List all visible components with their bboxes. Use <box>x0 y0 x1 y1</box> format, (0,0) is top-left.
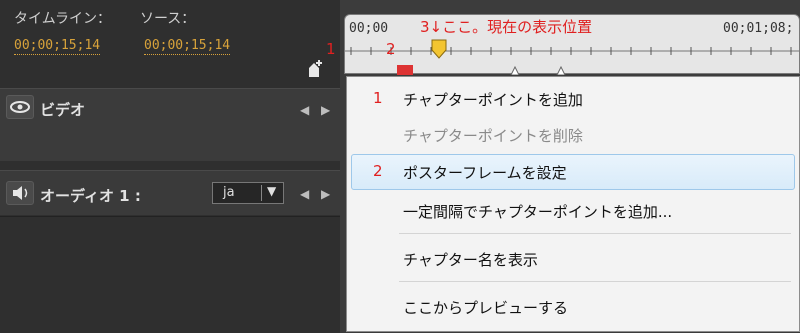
video-track-label: ビデオ <box>40 101 86 119</box>
eye-icon[interactable] <box>6 95 34 119</box>
video-nav-arrows[interactable]: ◀ ▶ <box>300 103 334 117</box>
select-divider <box>261 185 262 201</box>
playhead-icon[interactable] <box>430 38 448 60</box>
empty-track-area <box>0 216 340 333</box>
annotation-2: 2 <box>386 40 396 58</box>
menu-item-set-poster-frame[interactable]: 2 ポスターフレームを設定 <box>351 154 795 190</box>
menu-item-remove-chapter: チャプターポイントを削除 <box>347 117 799 153</box>
annotation-3: 3↓ここ。現在の表示位置 <box>420 18 593 36</box>
menu-item-add-chapters-interval[interactable]: 一定間隔でチャプターポイントを追加... <box>347 193 799 229</box>
ruler-end-time: 00;01;08; <box>723 21 794 36</box>
menu-item-number: 2 <box>373 162 383 180</box>
timeline-left-panel: タイムライン： ソース： 00;00;15;14 00;00;15;14 ビデオ… <box>0 0 340 333</box>
audio-language-value: ja <box>223 185 235 200</box>
menu-item-show-chapter-names[interactable]: チャプター名を表示 <box>347 241 799 277</box>
add-marker-icon[interactable] <box>308 60 322 78</box>
ruler-ticks <box>345 47 799 75</box>
annotation-1: 1 <box>326 40 336 58</box>
chevron-down-icon: ▼ <box>267 184 277 198</box>
menu-separator <box>399 233 791 234</box>
timeline-label: タイムライン： <box>14 11 112 27</box>
menu-item-number: 1 <box>373 89 383 107</box>
audio-track-header: オーディオ 1 : ◀ ▶ <box>0 170 340 215</box>
video-track-header: ビデオ ◀ ▶ <box>0 88 340 161</box>
menu-separator <box>399 281 791 282</box>
source-label: ソース： <box>140 11 196 27</box>
menu-item-label: チャプターポイントを削除 <box>403 127 583 145</box>
ruler-start-time: 00;00 <box>349 21 389 36</box>
context-menu: 1 チャプターポイントを追加 チャプターポイントを削除 2 ポスターフレームを設… <box>346 76 800 332</box>
source-timecode[interactable]: 00;00;15;14 <box>144 38 231 55</box>
chapter-marker-1 <box>397 65 413 75</box>
menu-item-add-chapter[interactable]: 1 チャプターポイントを追加 <box>347 81 799 117</box>
menu-item-label: チャプター名を表示 <box>403 251 538 269</box>
audio-nav-arrows[interactable]: ◀ ▶ <box>300 187 334 201</box>
audio-track-label: オーディオ 1 : <box>40 187 141 205</box>
menu-item-label: ここからプレビューする <box>403 299 569 317</box>
menu-item-label: チャプターポイントを追加 <box>403 91 583 109</box>
speaker-icon[interactable] <box>6 181 34 205</box>
menu-item-preview-from-here[interactable]: ここからプレビューする <box>347 289 799 325</box>
menu-item-label: 一定間隔でチャプターポイントを追加... <box>403 203 673 221</box>
menu-item-label: ポスターフレームを設定 <box>403 164 567 182</box>
timeline-timecode[interactable]: 00;00;15;14 <box>14 38 101 55</box>
audio-language-select[interactable]: ja ▼ <box>212 182 284 204</box>
